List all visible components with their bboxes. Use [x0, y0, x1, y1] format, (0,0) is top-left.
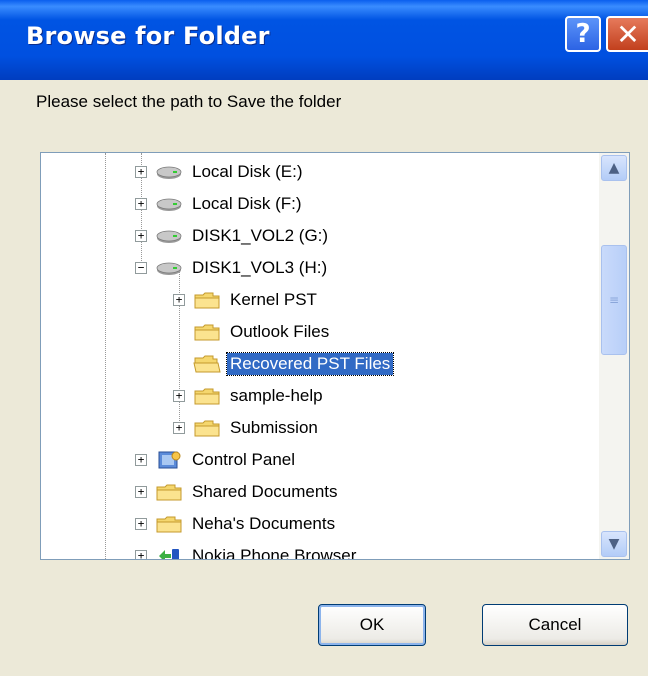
dialog-body: Please select the path to Save the folde… [0, 80, 648, 676]
tree-connector [105, 153, 106, 559]
ok-button[interactable]: OK [318, 604, 426, 646]
expand-icon[interactable]: + [135, 550, 147, 559]
tree-item[interactable]: − DISK1_VOL3 (H:) [135, 253, 330, 283]
folder-tree[interactable]: ▲ ≡ ▼ + Local Disk (E:) + Local Disk (F:) + D… [40, 152, 630, 560]
vertical-scrollbar[interactable]: ▲ ≡ ▼ [599, 153, 629, 559]
expand-icon[interactable]: + [173, 390, 185, 402]
folder-icon [193, 322, 221, 342]
expand-icon[interactable]: + [135, 454, 147, 466]
folder-icon [193, 418, 221, 438]
tree-item[interactable]: Outlook Files [173, 317, 332, 347]
tree-item-label: DISK1_VOL3 (H:) [192, 258, 328, 277]
expand-icon[interactable]: + [135, 198, 147, 210]
tree-item[interactable]: + Shared Documents [135, 477, 341, 507]
collapse-icon[interactable]: − [135, 262, 147, 274]
control-panel-icon [155, 450, 183, 470]
folder-icon [193, 290, 221, 310]
tree-item[interactable]: + sample-help [173, 381, 326, 411]
drive-icon [155, 258, 183, 278]
title-bar[interactable]: Browse for Folder ? ✕ [0, 0, 648, 80]
expand-icon[interactable]: + [135, 230, 147, 242]
tree-item-label: sample-help [230, 386, 323, 405]
tree-item-label: Local Disk (F:) [192, 194, 302, 213]
tree-item[interactable]: + Local Disk (F:) [135, 189, 305, 219]
cancel-button[interactable]: Cancel [482, 604, 628, 646]
folder-icon [193, 386, 221, 406]
browse-for-folder-window: Browse for Folder ? ✕ Please select the … [0, 0, 648, 676]
tree-item[interactable]: + Nokia Phone Browser [135, 541, 359, 560]
tree-item-label: Kernel PST [230, 290, 317, 309]
phone-browser-icon [155, 546, 183, 559]
tree-item-label: Recovered PST Files [225, 352, 395, 376]
tree-item-label: Local Disk (E:) [192, 162, 303, 181]
window-title: Browse for Folder [26, 22, 270, 50]
scroll-thumb[interactable]: ≡ [601, 245, 627, 355]
tree-item-label: Shared Documents [192, 482, 338, 501]
dialog-prompt: Please select the path to Save the folde… [36, 92, 342, 111]
tree-item-label: Neha's Documents [192, 514, 336, 533]
tree-item[interactable]: + Control Panel [135, 445, 298, 475]
tree-item[interactable]: + Local Disk (E:) [135, 157, 306, 187]
expand-icon[interactable]: + [173, 294, 185, 306]
tree-item[interactable]: + Neha's Documents [135, 509, 338, 539]
scroll-down-icon[interactable]: ▼ [601, 531, 627, 557]
tree-item[interactable]: + DISK1_VOL2 (G:) [135, 221, 331, 251]
drive-icon [155, 194, 183, 214]
folder-icon [155, 482, 183, 502]
drive-icon [155, 226, 183, 246]
tree-item[interactable]: + Kernel PST [173, 285, 320, 315]
expand-icon[interactable]: + [135, 518, 147, 530]
folder-icon [155, 514, 183, 534]
folder-open-icon [193, 354, 221, 374]
tree-item-label: DISK1_VOL2 (G:) [192, 226, 329, 245]
tree-item-label: Control Panel [192, 450, 296, 469]
tree-item[interactable]: Recovered PST Files [173, 349, 395, 379]
tree-item-label: Submission [230, 418, 318, 437]
expand-icon[interactable]: + [135, 166, 147, 178]
drive-icon [155, 162, 183, 182]
scroll-up-icon[interactable]: ▲ [601, 155, 627, 181]
tree-item-label: Outlook Files [230, 322, 330, 341]
tree-item-label: Nokia Phone Browser [192, 546, 357, 560]
help-button[interactable]: ? [565, 16, 601, 52]
tree-item[interactable]: + Submission [173, 413, 321, 443]
expand-icon[interactable]: + [173, 422, 185, 434]
expand-icon[interactable]: + [135, 486, 147, 498]
close-button[interactable]: ✕ [606, 16, 648, 52]
